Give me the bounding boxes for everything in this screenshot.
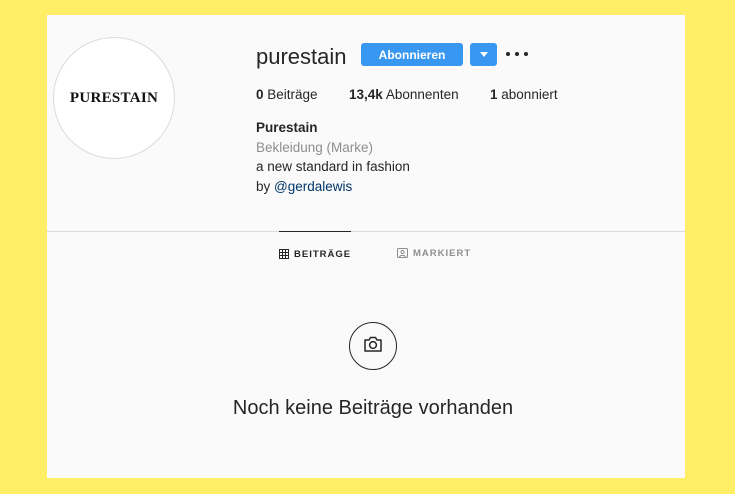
tab-tagged-label: MARKIERT — [413, 247, 472, 259]
stat-posts-count: 0 — [256, 87, 264, 102]
tab-posts[interactable]: BEITRÄGE — [279, 231, 352, 276]
empty-state-title: Noch keine Beiträge vorhanden — [232, 397, 514, 419]
stat-followers-count: 13,4k — [349, 87, 383, 102]
more-horizontal-icon — [515, 52, 519, 56]
stat-following-count: 1 — [490, 87, 498, 102]
more-horizontal-icon — [524, 52, 528, 56]
caret-down-icon — [479, 52, 488, 57]
follow-button[interactable]: Abonnieren — [361, 43, 463, 66]
follow-dropdown-button[interactable] — [470, 43, 497, 66]
more-options-button[interactable] — [506, 45, 528, 63]
stat-following[interactable]: 1 abonniert — [490, 87, 558, 102]
tagged-icon — [397, 248, 408, 258]
bio-category: Bekleidung (Marke) — [256, 140, 374, 155]
stat-followers-label: Abonnenten — [385, 87, 459, 102]
profile-panel: PURESTAIN purestain Abonnieren 0 Beiträg… — [47, 15, 685, 478]
bio-credit-prefix: by — [256, 179, 271, 194]
avatar-logo-text: PURESTAIN — [69, 89, 159, 106]
stat-followers[interactable]: 13,4k Abonnenten — [349, 87, 459, 102]
more-horizontal-icon — [506, 52, 510, 56]
avatar[interactable]: PURESTAIN — [53, 37, 175, 159]
stat-posts: 0 Beiträge — [256, 87, 318, 102]
profile-username: purestain — [256, 44, 347, 69]
bio-mention-link[interactable]: @gerdalewis — [274, 179, 352, 194]
stat-following-label: abonniert — [501, 87, 558, 102]
camera-icon-circle — [349, 322, 397, 370]
bio-text: a new standard in fashion — [256, 159, 410, 174]
tabs-divider — [47, 231, 685, 232]
bio-credit: by @gerdalewis — [256, 179, 352, 194]
camera-icon — [363, 335, 383, 358]
tab-posts-label: BEITRÄGE — [294, 248, 352, 260]
bio-name: Purestain — [256, 120, 318, 135]
tab-tagged[interactable]: MARKIERT — [397, 231, 471, 275]
stat-posts-label: Beiträge — [267, 87, 318, 102]
grid-icon — [279, 249, 289, 259]
